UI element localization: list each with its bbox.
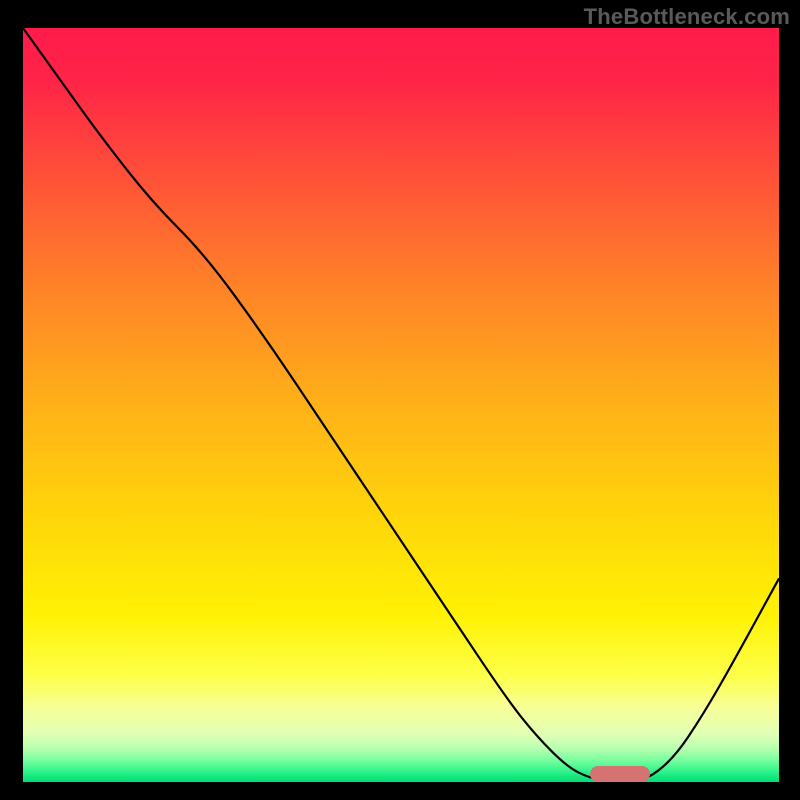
bottleneck-curve xyxy=(23,28,779,782)
plot-area xyxy=(23,28,779,782)
watermark-text: TheBottleneck.com xyxy=(584,4,790,30)
optimal-range-marker xyxy=(590,766,650,782)
chart-frame: TheBottleneck.com xyxy=(0,0,800,800)
